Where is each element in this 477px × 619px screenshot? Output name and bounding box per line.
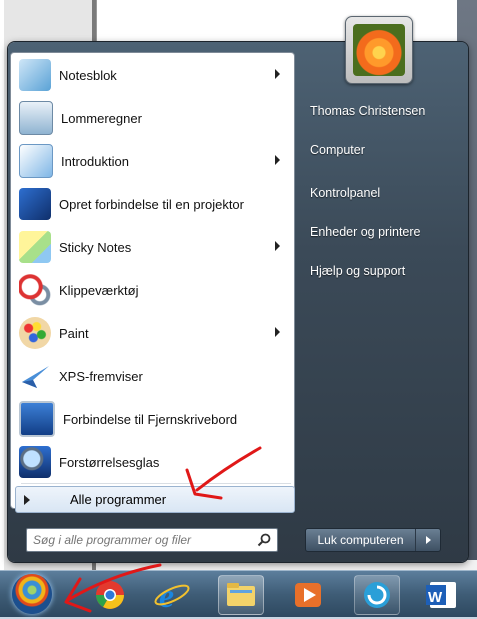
search-icon[interactable]	[251, 530, 277, 550]
program-label: Klippeværktøj	[59, 282, 139, 298]
sticky-notes-icon	[19, 231, 51, 263]
program-projektor[interactable]: Opret forbindelse til en projektor	[15, 184, 290, 224]
program-label: Notesblok	[59, 67, 117, 83]
all-programs-label: Alle programmer	[70, 492, 167, 507]
help-support-link[interactable]: Hjælp og support	[302, 258, 460, 284]
program-paint[interactable]: Paint	[15, 313, 290, 353]
program-label: Lommeregner	[61, 110, 142, 126]
program-xps-fremviser[interactable]: XPS-fremviser	[15, 356, 290, 396]
submenu-arrow-icon[interactable]	[275, 69, 280, 79]
program-label: Opret forbindelse til en projektor	[59, 196, 244, 212]
program-klippevaerktoej[interactable]: Klippeværktøj	[15, 270, 290, 310]
xps-viewer-icon	[19, 360, 51, 392]
media-player-icon[interactable]	[286, 575, 330, 613]
flower-avatar-icon	[353, 24, 405, 76]
annotation-arrow-start-orb	[64, 563, 162, 613]
snipping-tool-icon	[19, 274, 51, 306]
remote-desktop-icon	[19, 401, 55, 437]
browser-icon[interactable]	[354, 575, 400, 615]
program-notesblok[interactable]: Notesblok	[15, 55, 290, 95]
devices-printers-link[interactable]: Enheder og printere	[302, 219, 460, 245]
program-label: XPS-fremviser	[59, 368, 143, 384]
program-label: Sticky Notes	[59, 239, 132, 255]
projector-icon	[19, 188, 51, 220]
program-label: Forbindelse til Fjernskrivebord	[63, 411, 238, 427]
calculator-icon	[19, 101, 53, 135]
program-label: Forstørrelsesglas	[59, 454, 160, 470]
control-panel-link[interactable]: Kontrolpanel	[302, 180, 460, 206]
submenu-arrow-icon[interactable]	[275, 327, 280, 337]
user-picture[interactable]	[345, 16, 413, 84]
word-icon[interactable]: W	[420, 575, 464, 613]
annotation-arrow-all-programs	[185, 446, 262, 500]
getting-started-icon	[19, 144, 53, 178]
program-label: Paint	[59, 325, 89, 341]
notepad-icon	[19, 59, 51, 91]
expand-arrow-icon	[24, 494, 30, 505]
shutdown-options-button[interactable]	[416, 529, 440, 551]
magnifier-icon	[19, 446, 51, 478]
user-name-link[interactable]: Thomas Christensen	[302, 98, 460, 124]
program-introduktion[interactable]: Introduktion	[15, 141, 290, 181]
svg-text:W: W	[428, 589, 443, 606]
submenu-arrow-icon[interactable]	[275, 155, 280, 165]
search-input[interactable]	[27, 531, 251, 549]
submenu-arrow-icon[interactable]	[275, 241, 280, 251]
computer-link[interactable]: Computer	[302, 137, 460, 163]
chevron-right-icon	[425, 536, 431, 544]
windows-start-orb[interactable]	[12, 574, 52, 614]
program-label: Introduktion	[61, 153, 129, 169]
shutdown-button[interactable]: Luk computeren	[306, 529, 416, 551]
program-fjernskrivebord[interactable]: Forbindelse til Fjernskrivebord	[15, 399, 290, 439]
shutdown-button-group: Luk computeren	[305, 528, 441, 552]
file-explorer-icon[interactable]	[218, 575, 264, 615]
paint-icon	[19, 317, 51, 349]
search-box[interactable]	[26, 528, 278, 552]
program-sticky-notes[interactable]: Sticky Notes	[15, 227, 290, 267]
program-lommeregner[interactable]: Lommeregner	[15, 98, 290, 138]
